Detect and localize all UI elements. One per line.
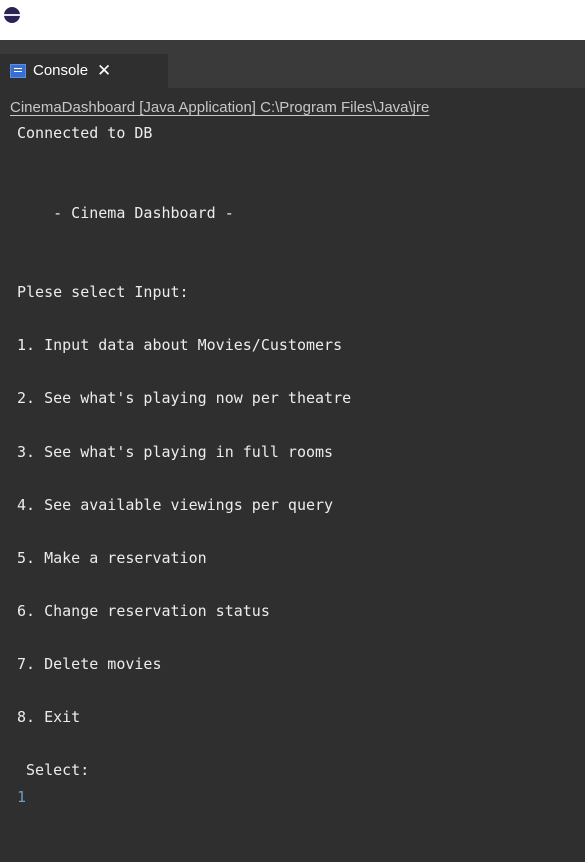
console-line: 2. See what's playing now per theatre [17, 389, 352, 408]
eclipse-icon[interactable] [4, 7, 20, 23]
console-line: 6. Change reservation status [17, 601, 270, 620]
console-line: 7. Delete movies [17, 654, 162, 673]
console-line: Select: [17, 761, 90, 780]
launch-configuration-label: CinemaDashboard [Java Application] C:\Pr… [10, 99, 430, 116]
console-line: 5. Make a reservation [17, 548, 207, 567]
console-line: Connected to DB [17, 124, 153, 142]
console-line: - Cinema Dashboard - [17, 203, 234, 222]
console-tab-strip: Console ✕ [0, 40, 585, 88]
console-line: 4. See available viewings per query [17, 495, 334, 514]
eclipse-console-window: Console ✕ CinemaDashboard [Java Applicat… [0, 0, 585, 862]
close-icon[interactable]: ✕ [97, 54, 111, 88]
console-line: Plese select Input: [17, 283, 189, 302]
console-output[interactable]: Connected to DB - Cinema Dashboard - Ples… [0, 120, 585, 862]
console-line: 1. Input data about Movies/Customers [17, 336, 343, 355]
tab-console-label: Console [33, 62, 89, 79]
console-line: 8. Exit [17, 708, 81, 727]
console-icon [10, 64, 26, 78]
tab-console[interactable]: Console ✕ [0, 54, 168, 88]
window-title-bar [0, 0, 585, 40]
console-user-input: 1 [17, 787, 27, 806]
console-line: 3. See what's playing in full rooms [17, 442, 334, 461]
